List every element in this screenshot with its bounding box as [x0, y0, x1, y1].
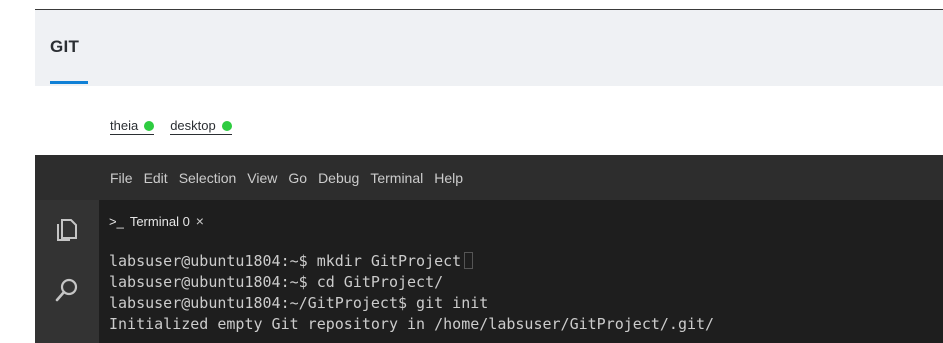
status-dot-icon — [144, 120, 155, 131]
menu-edit[interactable]: Edit — [144, 170, 168, 186]
env-tab-theia[interactable]: theia — [110, 118, 155, 135]
page-title: GIT — [50, 37, 80, 56]
terminal-cursor — [464, 252, 474, 269]
terminal-line: labsuser@ubuntu1804:~/GitProject$ git in… — [109, 294, 489, 312]
env-tab-label: desktop — [170, 118, 216, 133]
activity-bar — [35, 200, 99, 343]
menu-view[interactable]: View — [247, 170, 277, 186]
menu-go[interactable]: Go — [288, 170, 307, 186]
search-icon[interactable] — [53, 276, 81, 304]
files-icon[interactable] — [53, 216, 81, 244]
terminal-line: labsuser@ubuntu1804:~$ mkdir GitProject — [109, 251, 714, 272]
terminal-tab-label: Terminal 0 — [129, 213, 190, 229]
menu-selection[interactable]: Selection — [179, 170, 237, 186]
menu-file[interactable]: File — [110, 170, 133, 186]
env-tab-label: theia — [110, 118, 139, 133]
terminal-output: labsuser@ubuntu1804:~$ mkdir GitProject l… — [109, 251, 714, 335]
menubar: File Edit Selection View Go Debug Termin… — [35, 155, 943, 200]
terminal-prompt-icon: >_ — [109, 213, 124, 229]
terminal-line: Initialized empty Git repository in /hom… — [109, 315, 715, 333]
terminal-line: labsuser@ubuntu1804:~$ cd GitProject/ — [109, 273, 444, 291]
terminal-panel[interactable]: >_ Terminal 0 × labsuser@ubuntu1804:~$ m… — [99, 200, 943, 343]
title-underline — [50, 81, 88, 84]
env-tab-desktop[interactable]: desktop — [170, 118, 232, 135]
menu-debug[interactable]: Debug — [318, 170, 359, 186]
menu-terminal[interactable]: Terminal — [370, 170, 423, 186]
header-band — [35, 10, 943, 86]
status-dot-icon — [221, 120, 232, 131]
ide-window: File Edit Selection View Go Debug Termin… — [35, 155, 943, 343]
environment-tabs: theia desktop — [110, 118, 232, 135]
tab-terminal-0[interactable]: >_ Terminal 0 × — [109, 213, 204, 229]
menu-help[interactable]: Help — [434, 170, 463, 186]
close-icon[interactable]: × — [196, 213, 204, 229]
